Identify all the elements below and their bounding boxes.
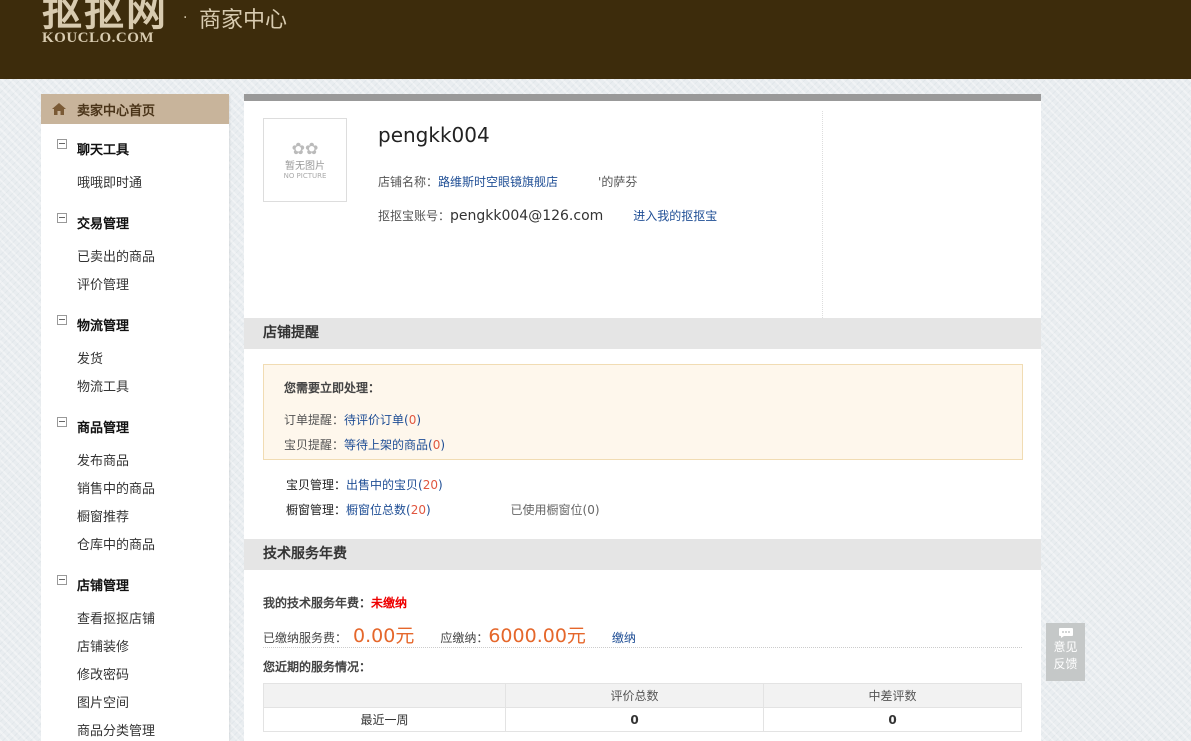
alert-title: 您需要立即处理： [284,381,381,395]
sidebar-item-password[interactable]: 修改密码 [41,662,229,690]
shop-name-extra: '的萨芬 [598,175,638,189]
alert-box: 您需要立即处理： 订单提醒：待评价订单(0) 宝贝提醒：等待上架的商品(0) [263,364,1023,460]
account-label: 抠抠宝账号： [378,209,451,223]
sidebar-group-trade[interactable]: 交易管理 [41,204,229,240]
sidebar-item-im[interactable]: 哦哦即时通 [41,170,229,198]
collapse-minus-icon[interactable] [57,139,67,149]
order-reminder-line: 订单提醒：待评价订单(0) [284,413,422,427]
site-logo[interactable]: 抠抠网 KOUCLO.COM [42,0,168,47]
table-cell: 最近一周 [263,707,506,732]
sidebar-home-item[interactable]: 卖家中心首页 [41,94,229,124]
item-reminder-line: 宝贝提醒：等待上架的商品(0) [284,438,446,452]
collapse-minus-icon[interactable] [57,213,67,223]
window-total-link[interactable]: 橱窗位总数 [346,503,406,517]
fee-amount-line: 已缴纳服务费： 0.00元 应缴纳： 6000.00元 缴纳 [263,621,1022,647]
sidebar-group-label: 聊天工具 [77,142,130,158]
sidebar-item-warehouse[interactable]: 仓库中的商品 [41,532,229,560]
username: pengkk004 [378,123,490,147]
collapse-minus-icon[interactable] [57,417,67,427]
item-reminder-label: 宝贝提醒： [284,438,345,452]
sidebar-item-view-shop[interactable]: 查看抠抠店铺 [41,606,229,634]
avatar-placeholder-sub: NO PICTURE [283,171,327,180]
account-row: 抠抠宝账号：pengkk004@126.com 进入我的抠抠宝 [378,207,717,224]
table-header: 评价总数 [505,683,764,708]
enter-wallet-link[interactable]: 进入我的抠抠宝 [633,209,717,223]
paid-label: 已缴纳服务费： [263,631,348,645]
account-value: pengkk004@126.com [450,208,604,224]
sidebar-item-decorate[interactable]: 店铺装修 [41,634,229,662]
fee-status-line: 我的技术服务年费：未缴纳 [263,594,1022,611]
profile-divider [822,111,823,318]
table-header: 中差评数 [763,683,1022,708]
on-sale-count: 20 [422,478,438,492]
section-title-fee: 技术服务年费 [244,539,1041,570]
home-icon [51,102,67,116]
sidebar-nav: 卖家中心首页 聊天工具 哦哦即时通 交易管理 已卖出的商品 评价管理 物流管理 … [41,94,229,741]
sidebar-item-ship[interactable]: 发货 [41,346,229,374]
collapse-minus-icon[interactable] [57,315,67,325]
header-separator-dot: · [183,10,188,26]
goods-management: 宝贝管理：出售中的宝贝(20) 橱窗管理：橱窗位总数(20) 已使用橱窗位(0) [244,460,1041,539]
window-used-label: 已使用橱窗位 [510,503,583,517]
sidebar-item-sold[interactable]: 已卖出的商品 [41,244,229,272]
fee-block: 我的技术服务年费：未缴纳 已缴纳服务费： 0.00元 应缴纳： 6000.00元 缴… [244,570,1041,732]
window-used-count: 0 [587,503,595,517]
sidebar-item-categories[interactable]: 商品分类管理 [41,718,229,741]
order-reminder-label: 订单提醒： [284,413,345,427]
fee-status-value: 未缴纳 [371,596,408,610]
on-sale-goods-link[interactable]: 出售中的宝贝 [346,478,418,492]
sidebar-group-label: 商品管理 [77,420,130,436]
feedback-button[interactable]: 意见 反馈 [1046,623,1085,681]
recent-service-label: 您近期的服务情况： [263,660,372,674]
sidebar-group-logistics[interactable]: 物流管理 [41,306,229,342]
sidebar-group-chat[interactable]: 聊天工具 [41,130,229,166]
sidebar-group-label: 交易管理 [77,216,130,232]
placeholder-image-icon: ✿✿ [291,138,319,158]
top-header: 抠抠网 KOUCLO.COM · 商家中心 [0,0,1191,79]
goods-label: 宝贝管理： [286,478,347,492]
sidebar-group-label: 店铺管理 [77,578,130,594]
pending-review-orders-link[interactable]: 待评价订单 [344,413,404,427]
profile-section: ✿✿ 暂无图片 NO PICTURE pengkk004 店铺名称：路维斯时空眼… [244,101,1041,318]
sidebar-item-reviews[interactable]: 评价管理 [41,272,229,300]
sidebar-group-goods[interactable]: 商品管理 [41,408,229,444]
avatar-placeholder-text: 暂无图片 [285,160,325,172]
table-row: 最近一周 0 0 [263,707,1022,732]
sidebar-item-logistics-tools[interactable]: 物流工具 [41,374,229,402]
table-cell: 0 [505,707,764,732]
chat-bubble-icon [1058,628,1073,638]
service-table: 评价总数 中差评数 最近一周 0 0 [263,683,1022,732]
sidebar-item-on-sale[interactable]: 销售中的商品 [41,476,229,504]
window-total-count: 20 [410,503,426,517]
shop-name-link[interactable]: 路维斯时空眼镜旗舰店 [438,175,558,189]
shop-name-label: 店铺名称： [378,175,439,189]
main-panel: ✿✿ 暂无图片 NO PICTURE pengkk004 店铺名称：路维斯时空眼… [244,94,1041,741]
window-label: 橱窗管理： [286,503,347,517]
header-subtitle: 商家中心 [199,8,288,33]
sidebar-item-showcase[interactable]: 橱窗推荐 [41,504,229,532]
feedback-label-line1: 意见 [1053,640,1078,654]
table-header [263,683,506,708]
shop-avatar[interactable]: ✿✿ 暂无图片 NO PICTURE [263,118,347,202]
fee-status-label: 我的技术服务年费： [263,596,372,610]
table-cell: 0 [763,707,1022,732]
shop-name-row: 店铺名称：路维斯时空眼镜旗舰店 '的萨芬 [378,173,637,190]
collapse-minus-icon[interactable] [57,575,67,585]
sidebar-group-shop[interactable]: 店铺管理 [41,566,229,602]
due-label: 应缴纳： [440,631,489,645]
paid-value: 0.00元 [353,625,415,647]
window-line: 橱窗管理：橱窗位总数(20) 已使用橱窗位(0) [286,503,600,517]
due-value: 6000.00元 [488,625,586,647]
pay-link[interactable]: 缴纳 [612,629,636,646]
sidebar-item-publish[interactable]: 发布商品 [41,448,229,476]
awaiting-listing-link[interactable]: 等待上架的商品 [344,438,428,452]
sidebar-home-label: 卖家中心首页 [77,103,156,119]
sidebar-item-images[interactable]: 图片空间 [41,690,229,718]
feedback-label-line2: 反馈 [1053,657,1078,671]
logo-english: KOUCLO.COM [42,30,155,46]
goods-line: 宝贝管理：出售中的宝贝(20) [286,478,443,492]
section-title-reminder: 店铺提醒 [244,318,1041,349]
sidebar-group-label: 物流管理 [77,318,130,334]
